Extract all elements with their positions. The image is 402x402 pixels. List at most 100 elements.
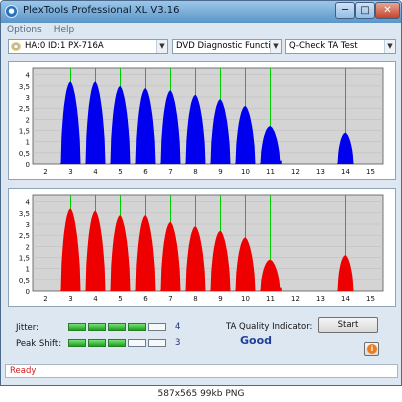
top-chart-x-tick-label: 9 [218,168,222,176]
function-select-value: DVD Diagnostic Functions [176,41,282,51]
top-chart-x-tick-label: 14 [341,168,350,176]
function-select[interactable]: DVD Diagnostic Functions ▼ [172,39,282,54]
menu-help[interactable]: Help [54,25,75,37]
bottom-chart-x-tick-label: 6 [143,295,148,303]
top-chart-y-tick-label: 0,5 [19,150,30,158]
bottom-chart-x-tick-label: 11 [266,295,275,303]
bottom-chart-x-tick-label: 10 [241,295,250,303]
top-chart-x-tick-label: 13 [316,168,325,176]
jitter-meter-segment [68,323,86,331]
maximize-button[interactable]: □ [355,2,375,19]
bottom-chart-y-tick-label: 1,5 [19,255,30,263]
top-chart-x-tick-label: 5 [118,168,122,176]
chevron-down-icon[interactable]: ▼ [156,40,167,53]
test-select[interactable]: Q-Check TA Test ▼ [285,39,396,54]
peak-shift-meter-segment [68,339,86,347]
top-chart-y-tick-label: 3,5 [19,83,30,91]
ta-quality-label: TA Quality Indicator: [226,322,313,332]
results-panel: Jitter: 4 Peak Shift: 3 TA Quality Indic… [8,313,396,363]
jitter-meter-segment [108,323,126,331]
top-chart-x-tick-label: 12 [291,168,300,176]
chevron-down-icon[interactable]: ▼ [270,40,281,53]
peak-shift-meter-segment [88,339,106,347]
peak-shift-meter [68,339,168,347]
window-title: PlexTools Professional XL V3.16 [23,5,180,16]
menu-options[interactable]: Options [7,25,42,37]
top-chart-x-tick-label: 4 [93,168,98,176]
bottom-chart-x-tick-label: 8 [193,295,197,303]
top-chart-x-tick-label: 3 [68,168,72,176]
plextools-icon: ● [5,5,18,18]
jitter-value: 4 [175,322,181,332]
chart-svg-bottom: 0 0,5 1 1,5 2 2,5 3 3,5 4 2 3 4 5 6 7 8 9 10 11 12 13 14 15 [19,194,384,303]
top-chart-x-tick-label: 15 [366,168,375,176]
bottom-chart-tail [276,287,282,291]
drive-select[interactable]: HA:0 ID:1 PX-716A ▼ [8,39,168,54]
jitter-chart-bottom: 0 0,5 1 1,5 2 2,5 3 3,5 4 2 3 4 5 6 7 8 9 10 11 12 13 14 15 [8,188,396,307]
image-caption: 587x565 99kb PNG [0,386,402,402]
peak-shift-meter-segment [108,339,126,347]
info-icon: i [367,344,377,354]
top-chart-x-tick-label: 10 [241,168,250,176]
bottom-chart-y-tick-label: 4 [26,199,31,207]
bottom-chart-y-tick-label: 3,5 [19,210,30,218]
peak-shift-meter-segment [128,339,146,347]
bottom-chart-x-tick-label: 7 [168,295,172,303]
bottom-chart-x-tick-label: 2 [43,295,47,303]
bottom-chart-x-tick-label: 14 [341,295,350,303]
ta-quality-value: Good [240,334,273,347]
top-chart-y-tick-label: 4 [26,72,31,80]
top-chart-y-tick-label: 1 [26,139,30,147]
top-chart-y-tick-label: 3 [26,94,30,102]
top-chart-y-tick-label: 2,5 [19,105,30,113]
top-chart-x-tick-label: 6 [143,168,148,176]
jitter-meter-segment [128,323,146,331]
app-window: ● PlexTools Professional XL V3.16 ─ □ ✕ … [0,0,402,386]
top-chart-plot-area [32,67,384,165]
jitter-meter-segment [88,323,106,331]
minimize-button[interactable]: ─ [335,2,355,19]
bottom-chart-x-tick-label: 13 [316,295,325,303]
title-bar: ● PlexTools Professional XL V3.16 ─ □ ✕ [1,1,401,23]
top-chart-y-tick-label: 2 [26,116,30,124]
info-button[interactable]: i [364,342,379,356]
top-chart-x-tick-label: 2 [43,168,47,176]
peak-shift-meter-segment [148,339,166,347]
top-chart-x-tick-label: 8 [193,168,197,176]
bottom-chart-y-tick-label: 0,5 [19,277,30,285]
bottom-chart-x-tick-label: 12 [291,295,300,303]
toolbar: HA:0 ID:1 PX-716A ▼ DVD Diagnostic Funct… [8,39,396,55]
test-select-value: Q-Check TA Test [289,41,358,51]
top-chart-x-tick-label: 11 [266,168,275,176]
chevron-down-icon[interactable]: ▼ [384,40,395,53]
bottom-chart-x-tick-label: 9 [218,295,222,303]
bottom-chart-x-tick-label: 4 [93,295,98,303]
bottom-chart-y-tick-label: 1 [26,266,30,274]
peak-shift-label: Peak Shift: [16,339,62,349]
bottom-chart-plot-area [32,194,384,292]
drive-select-value: HA:0 ID:1 PX-716A [25,41,104,51]
bottom-chart-y-tick-label: 0 [26,288,30,296]
start-button[interactable]: Start [318,317,378,333]
jitter-meter-segment [148,323,166,331]
top-chart-x-tick-label: 7 [168,168,172,176]
top-chart-y-tick-label: 1,5 [19,128,30,136]
peak-shift-value: 3 [175,338,181,348]
bottom-chart-x-tick-label: 3 [68,295,72,303]
bottom-chart-x-tick-label: 15 [366,295,375,303]
jitter-chart-top: 0 0,5 1 1,5 2 2,5 3 3,5 4 2 3 4 5 6 7 8 9 10 11 12 13 14 15 [8,61,396,180]
chart-svg-top: 0 0,5 1 1,5 2 2,5 3 3,5 4 2 3 4 5 6 7 8 9 10 11 12 13 14 15 [19,67,384,176]
status-bar: Ready [5,364,398,378]
jitter-label: Jitter: [16,323,39,333]
bottom-chart-x-tick-label: 5 [118,295,122,303]
bottom-chart-y-tick-label: 3 [26,221,30,229]
status-text: Ready [10,366,37,376]
bottom-chart-y-tick-label: 2 [26,243,30,251]
top-chart-tail [276,160,282,164]
jitter-meter [68,323,168,331]
close-button[interactable]: ✕ [375,2,400,19]
menu-bar: Options Help [7,25,74,37]
top-chart-y-tick-label: 0 [26,161,30,169]
disc-drive-icon [11,42,21,51]
bottom-chart-y-tick-label: 2,5 [19,232,30,240]
